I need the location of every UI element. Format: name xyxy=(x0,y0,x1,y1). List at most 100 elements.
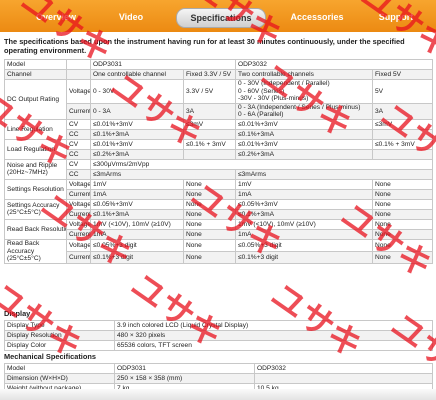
tab-specifications[interactable]: Specifications xyxy=(176,8,266,28)
table-cell: ≤3mV xyxy=(372,118,433,130)
table-cell: Current xyxy=(66,102,91,120)
table-cell: None xyxy=(183,228,236,240)
table-row: Load Regulation CV ≤0.01%+3mV ≤0.1% + 3mV ≤0… xyxy=(4,138,433,160)
table-cell: Load Regulation xyxy=(4,138,67,160)
table-row: Display Resolution 480 × 320 pixels xyxy=(4,330,433,341)
table-cell: Model xyxy=(4,59,67,70)
table-cell: Display Type xyxy=(4,320,115,331)
table-cell: Settings Accuracy (25°C±5°C) xyxy=(4,198,67,220)
table-cell: 480 × 320 pixels xyxy=(114,330,433,341)
table-cell: 65536 colors, TFT screen xyxy=(114,340,433,351)
table-cell: 0 - 30V (Independent / Parallel) 0 - 60V… xyxy=(235,79,373,104)
table-cell: ≤0.05%+3mV xyxy=(90,198,184,210)
table-cell: Read Back Accuracy (25°C±5°C) xyxy=(4,238,67,264)
table-cell: None xyxy=(183,238,236,252)
table-row: Model ODP3031 ODP3032 xyxy=(4,59,433,70)
table-cell: None xyxy=(183,218,236,230)
table-cell: ≤0.01%+3mV xyxy=(235,118,373,130)
table-cell: Noise and Ripple (20Hz~7MHz) xyxy=(4,158,67,180)
table-row: Current ≤0.1%+3mA None ≤0.1%+3mA None xyxy=(5,208,433,220)
table-cell: Current xyxy=(66,188,91,200)
table-row: Current 0 - 3A 3A 0 - 3A (Independent / Ser… xyxy=(5,102,433,120)
table-cell: None xyxy=(372,228,433,240)
table-cell xyxy=(372,128,433,140)
table-row: Current 1mA None 1mA None xyxy=(5,188,433,200)
table-cell: ODP3031 xyxy=(90,59,236,70)
table-cell: ≤0.01%+3mV xyxy=(235,138,373,150)
table-cell: None xyxy=(183,250,236,264)
table-cell: Channel xyxy=(4,69,67,80)
electrical-spec-table: Model ODP3031 ODP3032 Channel One controllab… xyxy=(4,59,433,264)
tab-support[interactable]: Support xyxy=(368,8,424,26)
nav-tab-bar: Overview Video Specifications Accessorie… xyxy=(0,0,436,32)
table-cell: None xyxy=(372,238,433,252)
table-row: Dimension (W×H×D) 250 × 158 × 358 (mm) xyxy=(4,373,433,384)
table-cell: CV xyxy=(66,158,91,170)
table-cell: 1mA xyxy=(90,188,184,200)
table-cell: ≤0.05%+3 digit xyxy=(90,238,184,252)
tab-accessories[interactable]: Accessories xyxy=(282,8,352,26)
table-row: Channel One controllable channel Fixed 3.3… xyxy=(4,69,433,80)
table-cell xyxy=(372,148,433,160)
table-row: CC ≤0.2%+3mA ≤0.2%+3mA xyxy=(5,148,433,160)
table-cell: ≤0.1%+3 digit xyxy=(90,250,184,264)
table-cell: ≤0.05%+3mV xyxy=(235,198,373,210)
table-cell: ≤3mArms xyxy=(90,168,236,180)
table-cell: 0 - 30V xyxy=(90,79,184,104)
table-cell: Read Back Resolution xyxy=(4,218,67,240)
table-cell: ≤0.1% + 3mV xyxy=(372,138,433,150)
table-cell xyxy=(183,128,236,140)
table-cell: Voltage xyxy=(66,218,91,230)
table-cell: Dimension (W×H×D) xyxy=(4,373,115,384)
display-spec-table: Display Type 3.9 inch colored LCD (Liquid… xyxy=(4,320,433,351)
table-cell: Voltage xyxy=(66,198,91,210)
table-cell: ≤0.05%+3 digit xyxy=(235,238,373,252)
table-cell: CC xyxy=(66,148,91,160)
table-cell: ≤3mArms xyxy=(235,168,433,180)
table-cell: ≤0.1%+3mA xyxy=(90,208,184,220)
table-cell: One controllable channel xyxy=(90,69,184,80)
table-cell: None xyxy=(372,208,433,220)
table-cell: Voltage xyxy=(66,238,91,252)
table-row: Model ODP3031 ODP3032 xyxy=(4,363,433,374)
table-cell: Voltage xyxy=(66,79,91,104)
table-row: Line Regulation CV ≤0.01%+3mV ≤3mV ≤0.01%+3m… xyxy=(4,118,433,140)
intro-text: The specifications based upon the instru… xyxy=(4,37,405,55)
table-cell: ODP3031 xyxy=(114,363,255,374)
table-cell: CV xyxy=(66,118,91,130)
table-cell: Line Regulation xyxy=(4,118,67,140)
table-cell: None xyxy=(183,178,236,190)
table-cell xyxy=(183,148,236,160)
mechanical-section-title: Mechanical Specifications xyxy=(4,352,97,361)
table-cell: ≤0.1%+3mA xyxy=(235,128,373,140)
table-cell: 3A xyxy=(372,102,433,120)
table-cell: 5V xyxy=(372,79,433,104)
table-cell: Voltage xyxy=(66,178,91,190)
table-row: Current 1mA None 1mA None xyxy=(5,228,433,240)
table-cell: ≤0.01%+3mV xyxy=(90,138,184,150)
tab-overview[interactable]: Overview xyxy=(24,8,88,26)
table-cell: None xyxy=(372,178,433,190)
display-section-title: Display xyxy=(4,309,31,318)
table-cell: ≤0.1%+3mA xyxy=(90,128,184,140)
table-row: DC Output Rating Voltage 0 - 30V 3.3V / 5V 0… xyxy=(4,79,433,120)
table-cell xyxy=(66,69,91,80)
table-cell: Current xyxy=(66,228,91,240)
table-cell xyxy=(254,373,433,384)
table-cell: Two controllable channels xyxy=(235,69,373,80)
table-cell: 1mA xyxy=(90,228,184,240)
table-cell: Display Color xyxy=(4,340,115,351)
table-cell: ≤0.2%+3mA xyxy=(235,148,373,160)
table-cell: Settings Resolution xyxy=(4,178,67,200)
table-row: Display Type 3.9 inch colored LCD (Liquid… xyxy=(4,320,433,331)
table-cell: Display Resolution xyxy=(4,330,115,341)
table-cell: ≤0.2%+3mA xyxy=(90,148,184,160)
table-cell: 3A xyxy=(183,102,236,120)
table-cell: Current xyxy=(66,208,91,220)
table-row: Read Back Accuracy (25°C±5°C) Voltage ≤0.0… xyxy=(4,238,433,264)
tab-video[interactable]: Video xyxy=(106,8,156,26)
table-cell: CC xyxy=(66,128,91,140)
table-cell: 3.3V / 5V xyxy=(183,79,236,104)
table-cell: 0 - 3A xyxy=(90,102,184,120)
table-cell: Fixed 5V xyxy=(372,69,433,80)
